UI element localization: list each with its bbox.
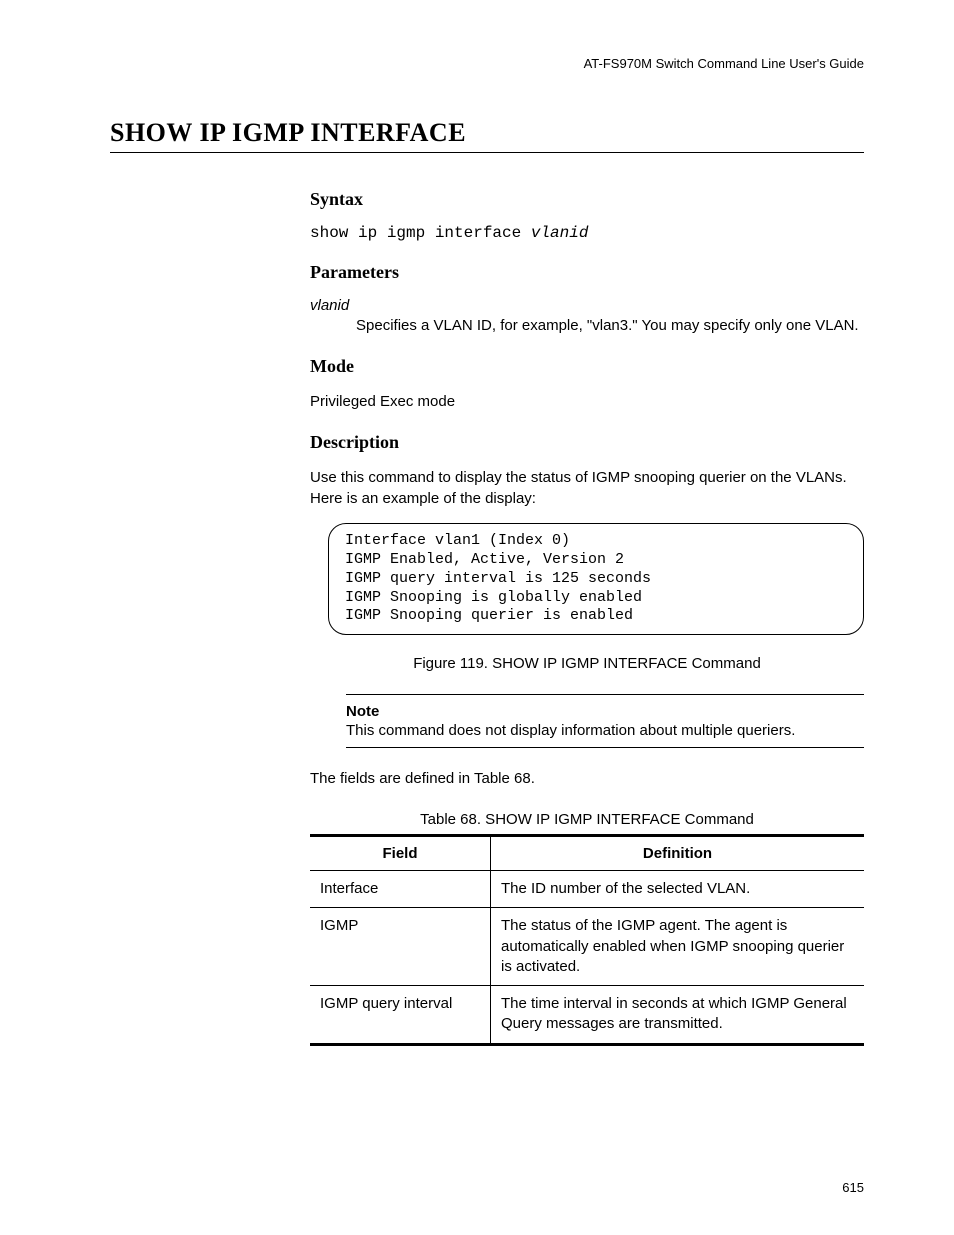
param-desc: Specifies a VLAN ID, for example, "vlan3… (356, 316, 864, 336)
description-intro: Use this command to display the status o… (310, 467, 864, 509)
syntax-command-text: show ip igmp interface (310, 224, 531, 242)
cell-field: Interface (310, 871, 491, 908)
note-block: Note This command does not display infor… (346, 694, 864, 748)
note-label: Note (346, 703, 864, 720)
cell-def: The status of the IGMP agent. The agent … (491, 908, 865, 986)
heading-description: Description (310, 432, 864, 453)
table-row: IGMP query interval The time interval in… (310, 986, 864, 1045)
syntax-arg: vlanid (531, 224, 589, 242)
figure-caption: Figure 119. SHOW IP IGMP INTERFACE Comma… (310, 655, 864, 672)
table-row: Interface The ID number of the selected … (310, 871, 864, 908)
heading-mode: Mode (310, 356, 864, 377)
content: Syntax show ip igmp interface vlanid Par… (310, 189, 864, 1046)
param-name: vlanid (310, 297, 864, 314)
table-header-row: Field Definition (310, 836, 864, 871)
th-field: Field (310, 836, 491, 871)
page-title: SHOW IP IGMP INTERFACE (110, 118, 864, 153)
header-guide-title: AT-FS970M Switch Command Line User's Gui… (584, 56, 864, 71)
page: AT-FS970M Switch Command Line User's Gui… (0, 0, 954, 1235)
table-caption: Table 68. SHOW IP IGMP INTERFACE Command (310, 811, 864, 828)
cell-field: IGMP query interval (310, 986, 491, 1045)
note-text: This command does not display informatio… (346, 722, 864, 739)
cell-field: IGMP (310, 908, 491, 986)
table-row: IGMP The status of the IGMP agent. The a… (310, 908, 864, 986)
heading-syntax: Syntax (310, 189, 864, 210)
example-output: Interface vlan1 (Index 0) IGMP Enabled, … (328, 523, 864, 635)
syntax-command: show ip igmp interface vlanid (310, 224, 864, 242)
th-definition: Definition (491, 836, 865, 871)
mode-text: Privileged Exec mode (310, 391, 864, 412)
fields-intro: The fields are defined in Table 68. (310, 768, 864, 789)
cell-def: The time interval in seconds at which IG… (491, 986, 865, 1045)
cell-def: The ID number of the selected VLAN. (491, 871, 865, 908)
definition-table: Field Definition Interface The ID number… (310, 834, 864, 1046)
heading-parameters: Parameters (310, 262, 864, 283)
page-number: 615 (842, 1180, 864, 1195)
